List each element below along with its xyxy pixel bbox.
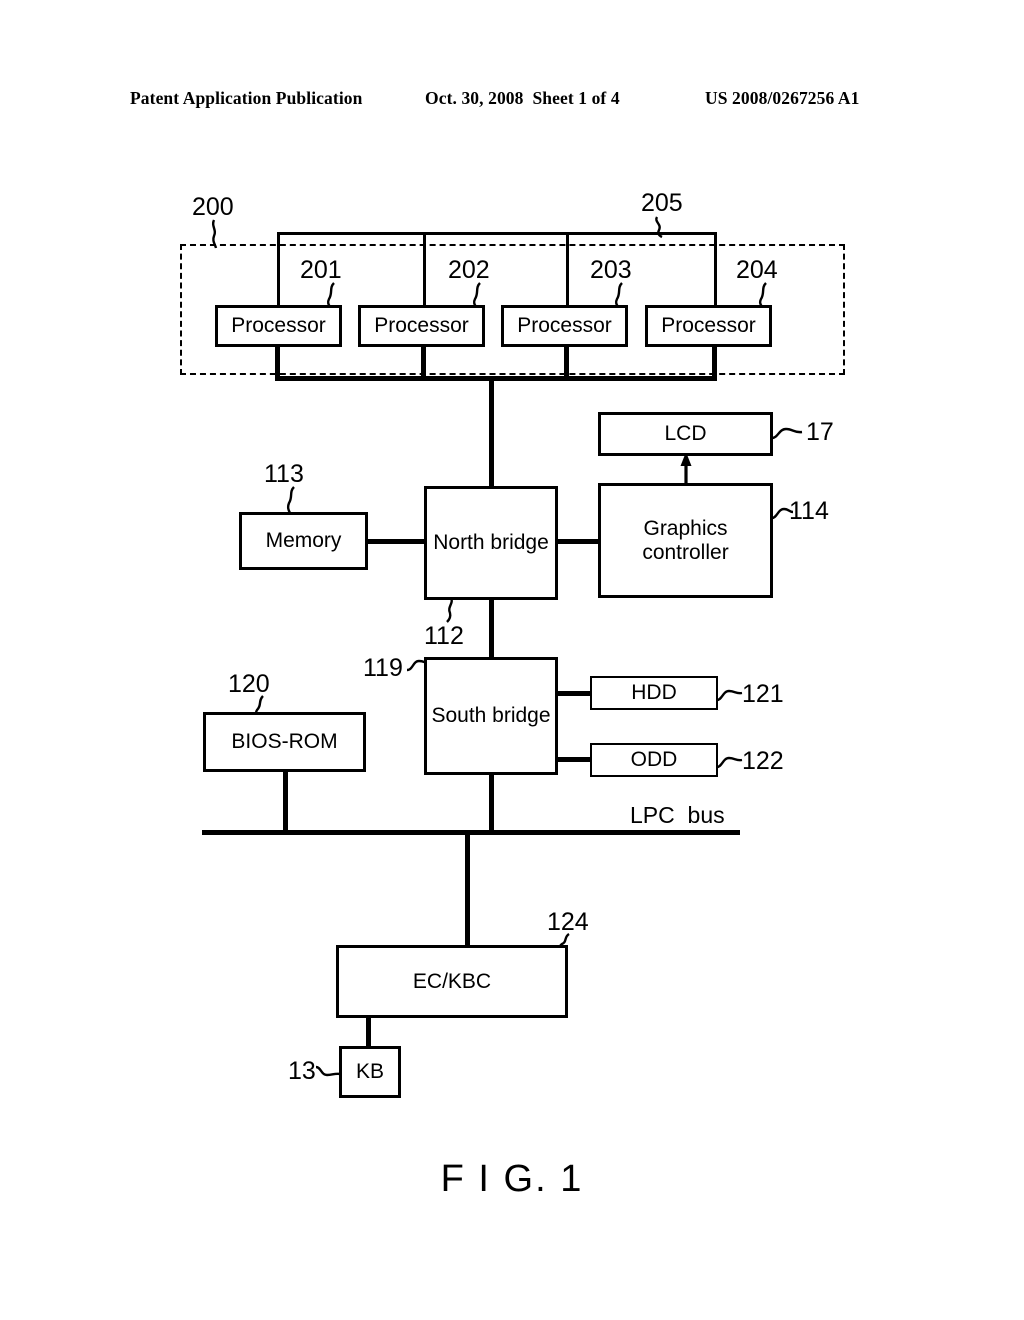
- patent-page: Patent Application Publication Oct. 30, …: [0, 0, 1024, 1320]
- ref-203: 203: [590, 256, 632, 284]
- graphics-to-lcd-arrow: [680, 452, 692, 486]
- north-bridge-to-graphics-line: [556, 539, 600, 544]
- ref-13: 13: [288, 1057, 316, 1085]
- lpc-bus-label: LPC bus: [630, 802, 725, 828]
- ref-112-leader: [446, 597, 453, 623]
- memory-to-north-bridge-line: [366, 539, 427, 544]
- cpu-bus-drop-1: [277, 232, 280, 305]
- ec-kbc-label: EC/KBC: [412, 969, 492, 993]
- kb-box: KB: [339, 1046, 401, 1098]
- ref-121: 121: [742, 680, 784, 708]
- ref-113-leader: [286, 486, 295, 514]
- odd-box: ODD: [590, 743, 718, 777]
- memory-label: Memory: [265, 529, 342, 553]
- processor-box-201: Processor: [215, 305, 342, 347]
- graphics-controller-box: Graphics controller: [598, 483, 773, 598]
- ref-201-leader: [326, 282, 335, 308]
- processor-204-label: Processor: [661, 314, 756, 338]
- south-bridge-box: South bridge: [424, 657, 558, 775]
- lcd-label: LCD: [664, 422, 707, 446]
- ref-17-leader: [771, 427, 803, 440]
- odd-label: ODD: [630, 748, 678, 772]
- south-bridge-to-odd-line: [556, 757, 592, 762]
- processor-203-label: Processor: [517, 314, 612, 338]
- graphics-controller-label: Graphics controller: [642, 516, 729, 564]
- ref-17: 17: [806, 418, 834, 446]
- ref-120: 120: [228, 670, 270, 698]
- ref-203-leader: [614, 282, 623, 308]
- bios-rom-label: BIOS-ROM: [231, 730, 338, 754]
- ref-204: 204: [736, 256, 778, 284]
- processor-lower-bus-line: [275, 376, 717, 381]
- ref-205-leader: [655, 216, 663, 239]
- cpu-to-north-bridge-line: [489, 376, 494, 486]
- ref-202-leader: [472, 282, 481, 308]
- ref-119: 119: [363, 654, 403, 682]
- ref-121-leader: [716, 689, 743, 702]
- ref-204-leader: [758, 282, 767, 308]
- processor-202-label: Processor: [374, 314, 469, 338]
- processor-box-202: Processor: [358, 305, 485, 347]
- processor-201-label: Processor: [231, 314, 326, 338]
- lcd-box: LCD: [598, 412, 773, 456]
- hdd-label: HDD: [631, 681, 677, 705]
- south-bridge-label: South bridge: [431, 704, 551, 728]
- ref-114: 114: [789, 497, 829, 525]
- processor-box-203: Processor: [501, 305, 628, 347]
- cpu-bus-drop-2: [423, 232, 426, 305]
- figure-1-diagram: Processor Processor Processor Processor …: [0, 0, 1024, 1320]
- south-bridge-to-lpc-bus-line: [489, 773, 494, 834]
- processor-202-downleg: [421, 347, 426, 378]
- lpc-bus-line: [202, 830, 740, 835]
- ref-201: 201: [300, 256, 342, 284]
- north-to-south-bridge-line: [489, 598, 494, 659]
- lpc-bus-to-ec-kbc-line: [465, 834, 470, 945]
- figure-caption: F I G. 1: [440, 1158, 584, 1200]
- cpu-bus-drop-3: [566, 232, 569, 305]
- ec-kbc-box: EC/KBC: [336, 945, 568, 1018]
- bios-rom-to-lpc-bus-line: [283, 770, 288, 834]
- ref-122-leader: [716, 756, 743, 769]
- processor-box-204: Processor: [645, 305, 772, 347]
- ec-kbc-to-kb-line: [366, 1016, 371, 1048]
- ref-113: 113: [264, 460, 304, 488]
- ref-200-leader: [211, 219, 218, 249]
- processor-201-downleg: [275, 347, 280, 378]
- ref-124: 124: [547, 908, 589, 936]
- south-bridge-to-hdd-line: [556, 691, 592, 696]
- hdd-box: HDD: [590, 676, 718, 710]
- ref-122: 122: [742, 747, 784, 775]
- ref-205: 205: [641, 189, 683, 217]
- processor-204-downleg: [712, 347, 717, 378]
- ref-202: 202: [448, 256, 490, 284]
- bios-rom-box: BIOS-ROM: [203, 712, 366, 772]
- cpu-bus-drop-4: [714, 232, 717, 305]
- kb-label: KB: [355, 1060, 384, 1084]
- north-bridge-label: North bridge: [433, 531, 549, 555]
- ref-112: 112: [424, 622, 464, 650]
- processor-203-downleg: [564, 347, 569, 378]
- north-bridge-box: North bridge: [424, 486, 558, 600]
- memory-box: Memory: [239, 512, 368, 570]
- ref-200: 200: [192, 193, 234, 221]
